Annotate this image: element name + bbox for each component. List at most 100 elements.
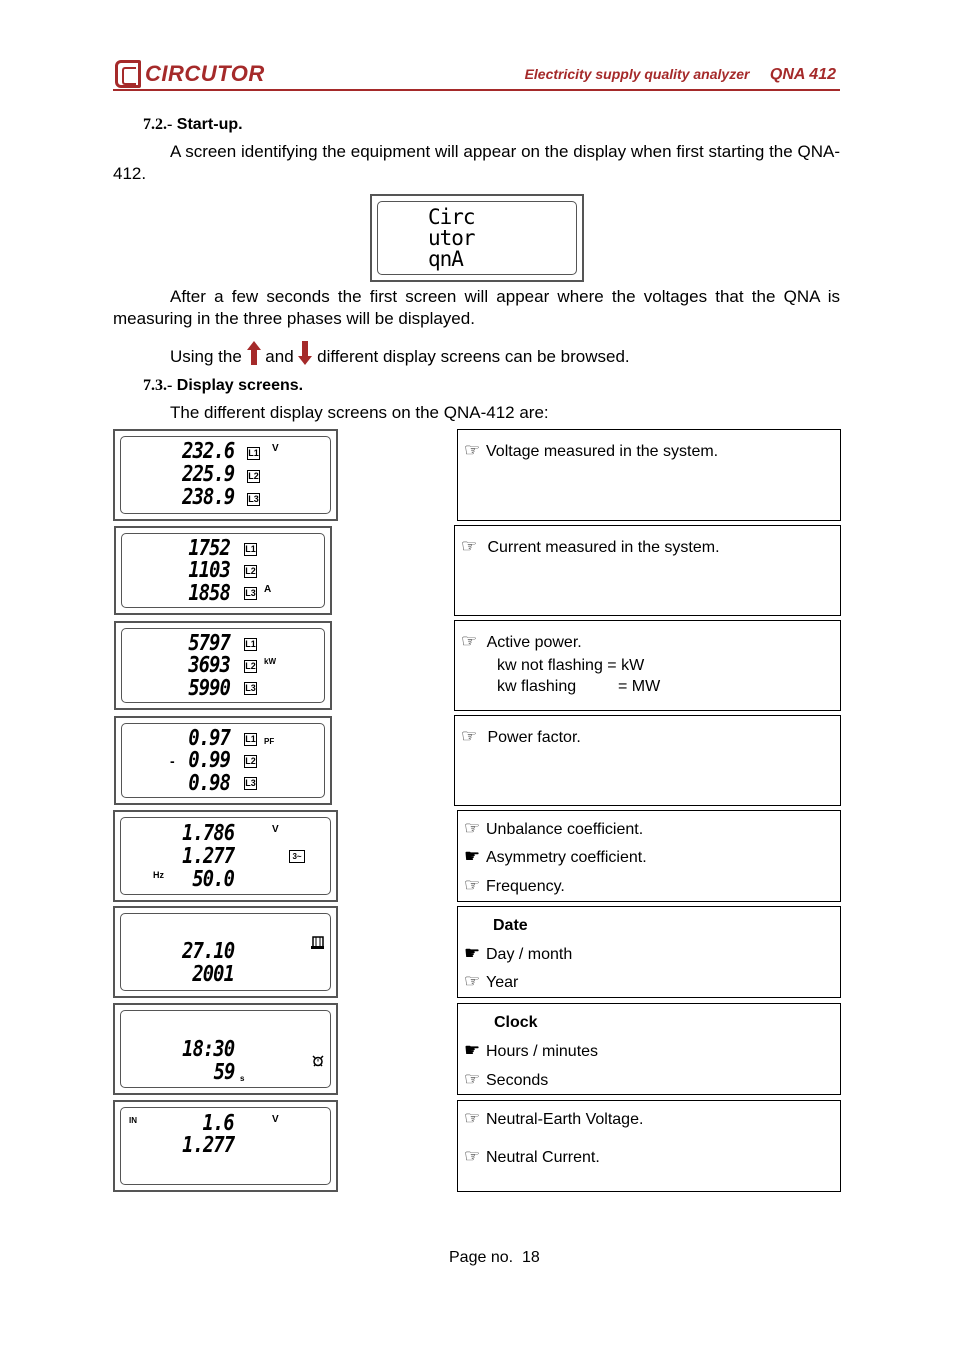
frequency-unit: Hz — [153, 870, 164, 880]
page-label: Page no. — [449, 1249, 514, 1266]
desc-active-power: ☞ Active power. kw not flashing = kW kw … — [454, 620, 841, 711]
header-right: Electricity supply quality analyzer QNA … — [525, 66, 836, 84]
browse-paragraph: Using the and different display screens … — [113, 341, 840, 368]
lcd-clock: 18:30 59 s — [113, 1003, 338, 1095]
pointing-hand-icon: ☞ — [461, 631, 478, 651]
header-model: QNA 412 — [769, 66, 836, 83]
section-heading-startup: 7.2.- Start-up. — [143, 116, 243, 134]
pointing-hand-icon: ☞ — [464, 875, 481, 895]
unit-label: A — [264, 584, 272, 595]
desc-text: Voltage measured in the system. — [486, 443, 719, 460]
lcd-value: 0.97 — [188, 726, 230, 751]
lcd-value: 50.0 — [192, 867, 234, 892]
lcd-voltage: 232.6 225.9 238.9 L1 L2 L3 V — [113, 429, 338, 521]
lcd-value: 18:30 — [181, 1037, 235, 1062]
lcd-value: 1.277 — [181, 844, 235, 869]
lcd-value: 3693 — [188, 653, 230, 678]
lcd-value: 0.98 — [188, 771, 230, 796]
desc-text: Hours / minutes — [486, 1043, 599, 1060]
lcd-power-factor: 0.97 0.99 0.98 - L1 L2 L3 PF — [114, 716, 332, 805]
desc-heading: Clock — [494, 1014, 538, 1031]
down-arrow-icon — [298, 341, 313, 365]
lcd-value: 1103 — [188, 558, 230, 583]
pointing-hand-icon: ☞ — [461, 726, 478, 746]
browse-text-pre: Using the — [170, 347, 242, 366]
pointing-hand-icon: ☞ — [464, 1108, 481, 1128]
desc-unbalance: ☞ Unbalance coefficient. ☛ Asymmetry coeff… — [457, 810, 841, 902]
logo-mark-icon — [115, 60, 141, 88]
lcd-value: 225.9 — [181, 462, 235, 487]
section-heading-display: 7.3.- Display screens. — [143, 377, 303, 395]
phase-label: L2 — [247, 470, 260, 483]
desc-neutral: ☞ Neutral-Earth Voltage. ☞ Neutral Current… — [457, 1100, 841, 1192]
unit-label: V — [272, 824, 279, 835]
lcd-value: 1.786 — [181, 821, 235, 846]
desc-clock: Clock ☛ Hours / minutes ☞ Seconds — [457, 1003, 841, 1095]
phase-label: L2 — [244, 660, 257, 673]
alarm-clock-icon — [312, 1055, 324, 1067]
three-phase-symbol: 3~ — [289, 850, 305, 863]
desc-text: Unbalance coefficient. — [486, 821, 644, 838]
phase-label: L2 — [244, 565, 257, 578]
browse-text-post: different display screens can be browsed… — [317, 347, 630, 366]
after-startup-paragraph: After a few seconds the first screen wil… — [113, 287, 840, 328]
negative-sign: - — [170, 753, 175, 769]
unit-label: kW — [264, 657, 276, 666]
unit-label: V — [272, 1114, 279, 1125]
lcd-row: utor — [428, 226, 476, 250]
section-number: 7.2.- — [143, 116, 173, 133]
desc-text: Current measured in the system. — [487, 539, 720, 556]
lcd-value: 1.6 — [202, 1111, 235, 1136]
lcd-current: 1752 1103 1858 L1 L2 L3 A — [114, 526, 332, 615]
pointing-hand-icon: ☛ — [464, 1040, 481, 1060]
section-title: Display screens. — [176, 377, 304, 394]
circutor-logo: CIRCUTOR — [115, 60, 265, 88]
startup-paragraph: A screen identifying the equipment will … — [113, 142, 840, 183]
browse-text-mid: and — [265, 347, 294, 366]
header-subtitle: Electricity supply quality analyzer — [524, 66, 750, 82]
lcd-value: 5797 — [188, 631, 230, 656]
lcd-value: 1752 — [188, 536, 230, 561]
unit-label: s — [240, 1074, 245, 1083]
section-number: 7.3.- — [143, 377, 173, 394]
desc-text: Neutral Current. — [486, 1149, 600, 1166]
pointing-hand-icon: ☞ — [464, 440, 481, 460]
neutral-label: IN — [129, 1116, 137, 1125]
lcd-value: 59 — [213, 1060, 235, 1085]
unit-label: PF — [264, 737, 275, 746]
pointing-hand-icon: ☞ — [464, 1069, 481, 1089]
lcd-value: 238.9 — [181, 485, 235, 510]
desc-text: Frequency. — [486, 878, 565, 895]
desc-heading: Date — [493, 917, 528, 934]
lcd-value: 2001 — [192, 962, 234, 987]
desc-text: = MW — [618, 678, 661, 695]
phase-label: L1 — [247, 447, 260, 460]
pointing-hand-icon: ☞ — [461, 536, 478, 556]
phase-label: L1 — [244, 733, 257, 746]
lcd-date: 27.10 2001 — [113, 906, 338, 998]
lcd-unbalance: 1.786 1.277 50.0 V Hz 3~ — [113, 810, 338, 902]
phase-label: L1 — [244, 543, 257, 556]
pointing-hand-icon: ☞ — [464, 971, 481, 991]
lcd-value: 0.99 — [188, 748, 230, 773]
phase-label: L3 — [244, 587, 257, 600]
section-title: Start-up. — [176, 116, 243, 133]
lcd-value: 1858 — [188, 581, 230, 606]
lcd-value: 232.6 — [181, 439, 235, 464]
pointing-hand-icon: ☛ — [464, 846, 481, 866]
unit-label: V — [272, 443, 279, 454]
lcd-value: 5990 — [188, 676, 230, 701]
display-intro: The different display screens on the QNA… — [170, 403, 549, 422]
page-header: CIRCUTOR Electricity supply quality anal… — [113, 58, 840, 91]
desc-text: Seconds — [486, 1072, 549, 1089]
lcd-value: 27.10 — [181, 939, 235, 964]
lcd-neutral: 1.6 1.277 V IN — [113, 1100, 338, 1192]
desc-text: Asymmetry coefficient. — [486, 849, 647, 866]
page-number: 18 — [521, 1249, 540, 1266]
desc-text: kw not flashing = kW — [497, 657, 645, 674]
desc-date: Date ☛ Day / month ☞ Year — [457, 906, 841, 998]
desc-current: ☞ Current measured in the system. — [454, 525, 841, 616]
desc-text: Day / month — [486, 946, 573, 963]
pointing-hand-icon: ☞ — [464, 818, 481, 838]
desc-power-factor: ☞ Power factor. — [454, 715, 841, 806]
